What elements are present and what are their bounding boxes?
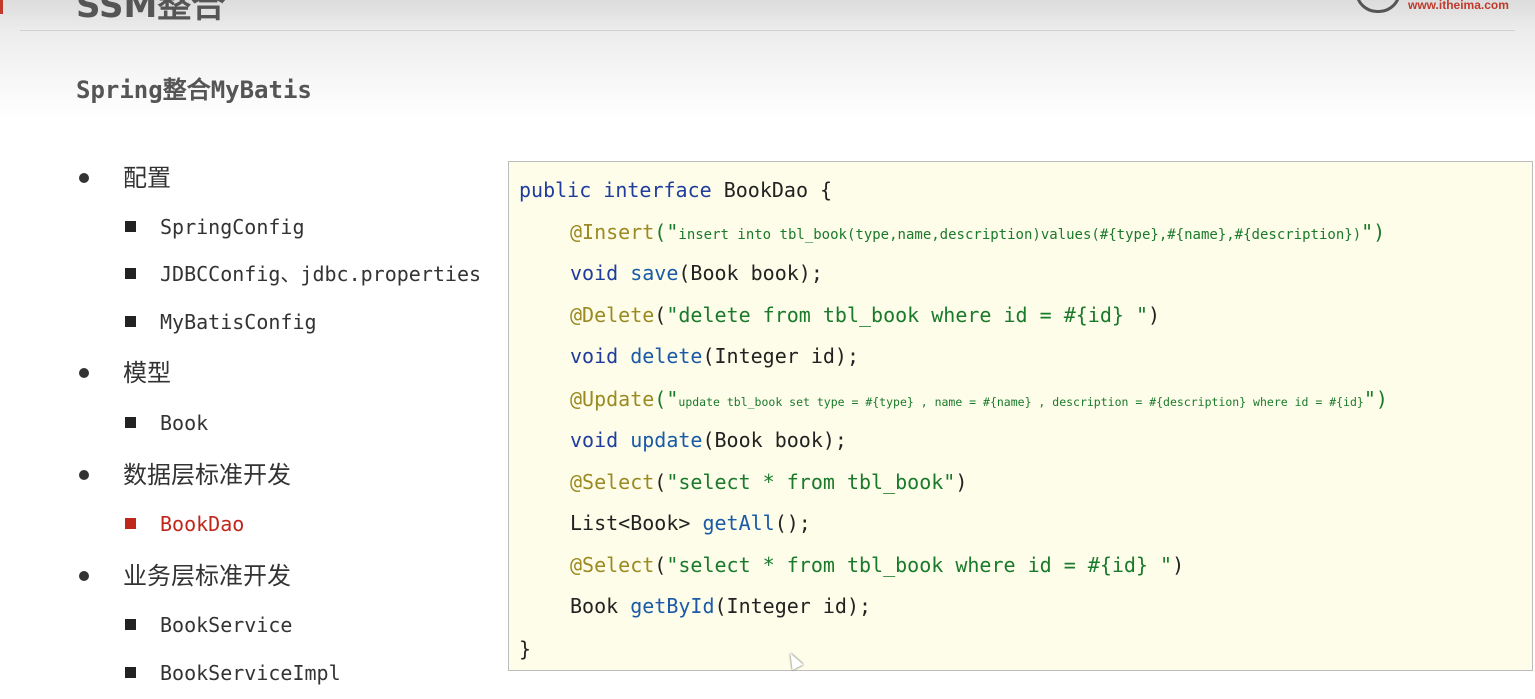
outline-item-label: 模型 <box>123 359 171 387</box>
code-line-close: } <box>519 637 532 661</box>
outline-item-label: 数据层标准开发 <box>123 461 291 489</box>
code-line-select-id-annotation: @Select("select * from tbl_book where id… <box>570 552 1184 578</box>
code-annotation: @Delete <box>570 303 655 327</box>
code-annotation: @Update <box>570 387 655 411</box>
brand-url: www.itheima.com <box>1408 0 1509 12</box>
code-line-select-all-annotation: @Select("select * from tbl_book") <box>570 469 967 495</box>
outline-item-label: 业务层标准开发 <box>123 562 291 590</box>
code-line-update-annotation: @Update("update tbl_book set type = #{ty… <box>570 386 1388 415</box>
code-annotation: @Select <box>570 553 655 577</box>
code-text: BookDao { <box>723 178 833 202</box>
code-keyword: public <box>519 178 592 202</box>
code-line-get-all: List<Book> getAll(); <box>570 510 811 536</box>
header-divider <box>20 30 1515 31</box>
code-string: "delete from tbl_book where id = #{id} " <box>666 303 1148 327</box>
bullet-icon <box>79 571 89 581</box>
square-bullet-icon <box>125 316 136 327</box>
code-punct: ) <box>1172 553 1185 577</box>
code-keyword: void <box>570 261 619 285</box>
code-keyword: interface <box>603 178 712 202</box>
code-annotation: @Insert <box>570 220 655 244</box>
outline-subitem-label: MyBatisConfig <box>160 310 317 334</box>
outline-item-label: 配置 <box>123 164 171 192</box>
outline-subitem-label: BookService <box>160 613 293 637</box>
code-punct: ") <box>1363 387 1388 411</box>
code-punct: ) <box>955 470 968 494</box>
code-text: (Integer id); <box>714 594 872 618</box>
outline-subitem-label: BookServiceImpl <box>160 661 341 685</box>
slide-subtitle: Spring整合MyBatis <box>76 76 312 104</box>
code-punct: ) <box>1147 303 1161 327</box>
code-punct: ( <box>654 553 667 577</box>
code-line-interface: public interface BookDao { <box>519 177 832 203</box>
square-bullet-icon <box>125 667 136 678</box>
code-method: save <box>630 261 679 285</box>
bullet-icon <box>79 470 89 480</box>
code-punct: ") <box>1361 220 1386 244</box>
square-bullet-icon <box>125 268 136 279</box>
code-keyword: void <box>570 344 619 368</box>
code-method: getAll <box>702 511 775 535</box>
accent-bar <box>0 0 3 14</box>
code-string: "select * from tbl_book where id = #{id}… <box>666 553 1173 577</box>
code-text: (); <box>774 511 811 535</box>
code-line-update: void update(Book book); <box>570 427 847 453</box>
outline-subitem-label: Book <box>160 411 209 435</box>
outline-subitem-label: SpringConfig <box>160 215 305 239</box>
code-punct: (" <box>654 220 679 244</box>
square-bullet-icon <box>125 619 136 630</box>
code-punct: ( <box>654 470 667 494</box>
code-line-save: void save(Book book); <box>570 260 823 286</box>
code-text: (Book book); <box>678 261 823 285</box>
code-annotation: @Select <box>570 470 655 494</box>
page-title: SSM整合 <box>76 0 226 26</box>
code-text: (Book book); <box>702 428 847 452</box>
code-type: List<Book> <box>570 511 703 535</box>
square-bullet-icon <box>125 417 136 428</box>
code-keyword: void <box>570 428 619 452</box>
code-punct: (" <box>654 387 679 411</box>
square-bullet-icon <box>125 518 136 529</box>
bullet-icon <box>79 173 89 183</box>
code-line-insert-annotation: @Insert("insert into tbl_book(type,name,… <box>570 219 1385 248</box>
code-string: insert into tbl_book(type,name,descripti… <box>678 227 1362 243</box>
code-string: "select * from tbl_book" <box>666 470 956 494</box>
outline-subitem-label-active: BookDao <box>160 512 245 536</box>
code-line-delete-annotation: @Delete("delete from tbl_book where id =… <box>570 302 1160 328</box>
code-type: Book <box>570 594 631 618</box>
code-line-delete: void delete(Integer id); <box>570 343 859 369</box>
outline-subitem-label: JDBCConfig、jdbc.properties <box>160 262 482 286</box>
code-method: delete <box>630 344 703 368</box>
code-string: update tbl_book set type = #{type} , nam… <box>678 395 1364 409</box>
code-line-get-by-id: Book getById(Integer id); <box>570 593 871 619</box>
code-method: update <box>630 428 703 452</box>
bullet-icon <box>79 368 89 378</box>
square-bullet-icon <box>125 221 136 232</box>
code-method: getById <box>630 594 715 618</box>
code-punct: ( <box>654 303 667 327</box>
code-text: (Integer id); <box>702 344 860 368</box>
